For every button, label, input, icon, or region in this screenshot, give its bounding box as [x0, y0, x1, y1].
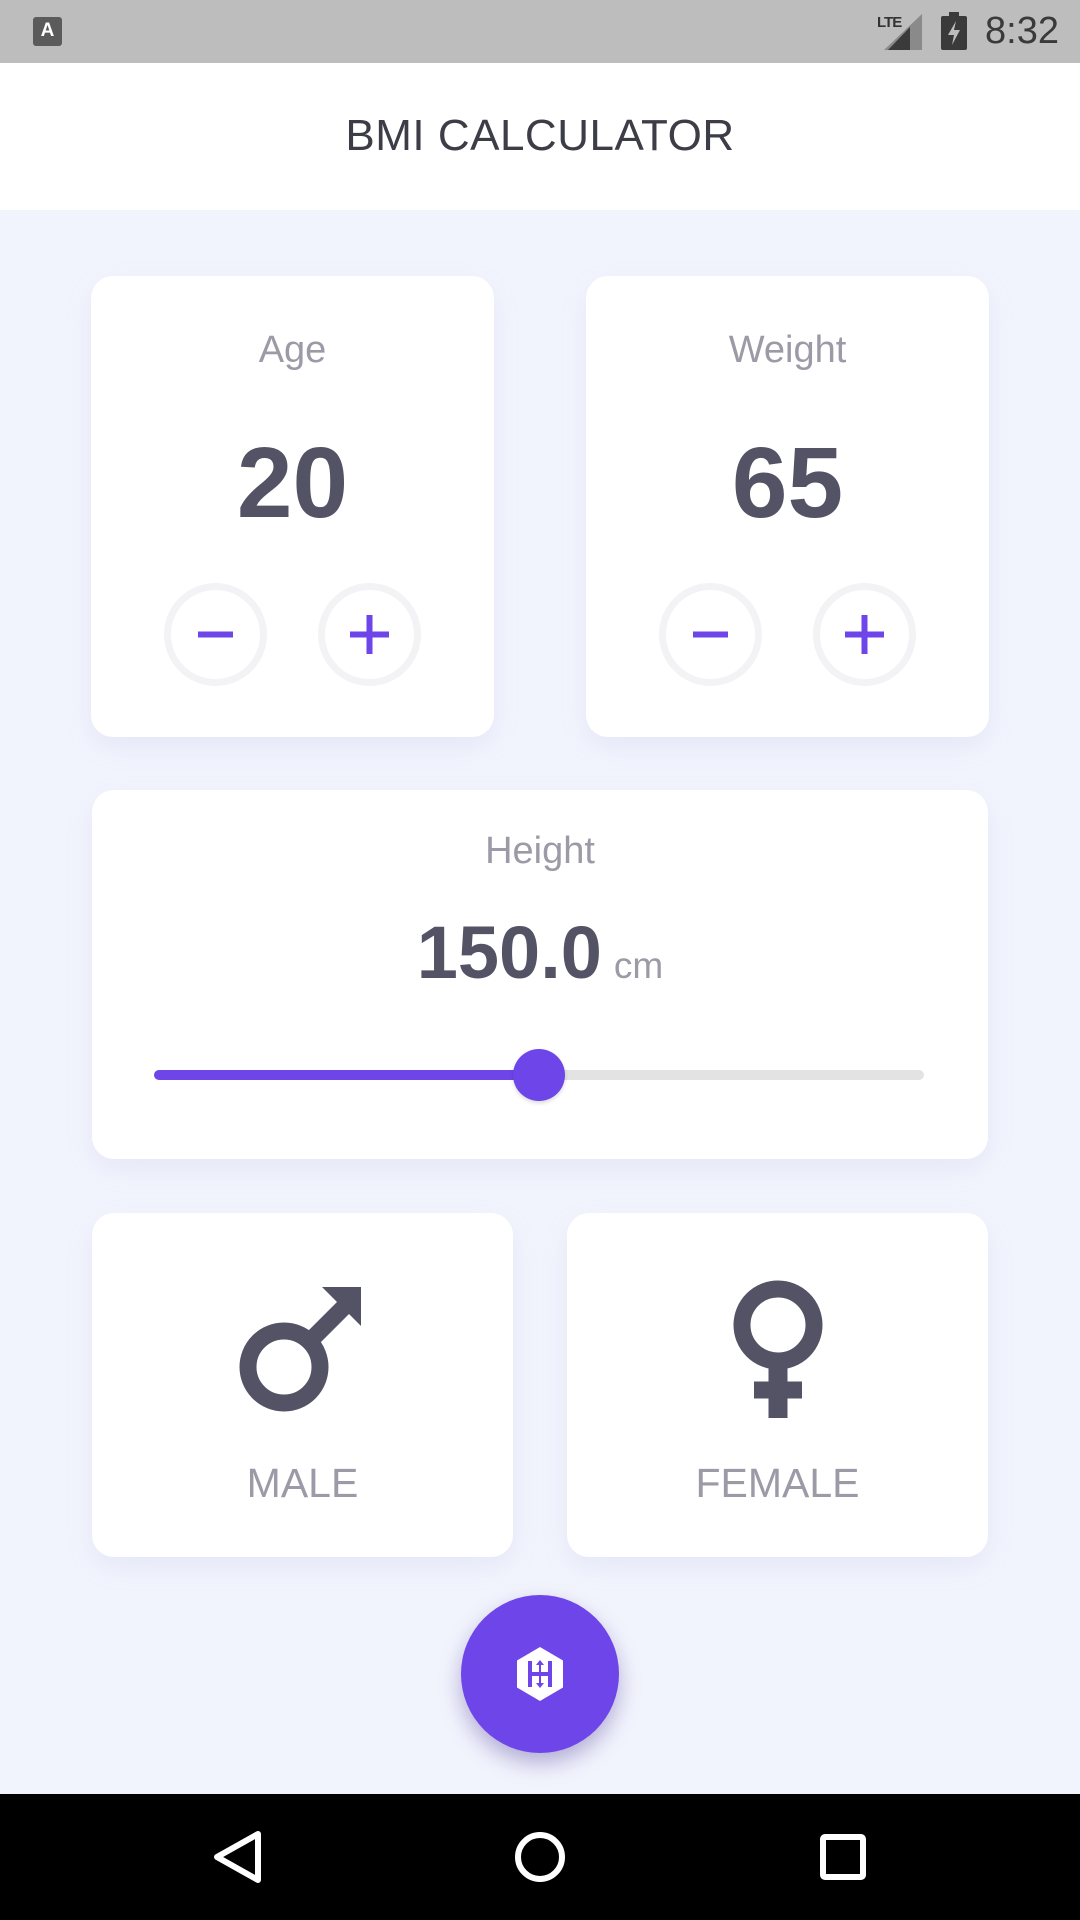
- height-unit: cm: [613, 945, 664, 986]
- female-symbol-icon: [567, 1275, 988, 1425]
- height-slider[interactable]: [154, 1049, 924, 1101]
- height-readout: 150.0 cm: [92, 910, 988, 995]
- signal-icon: [884, 14, 922, 50]
- page-title: BMI CALCULATOR: [345, 111, 735, 160]
- status-bar: A LTE 8:32: [0, 0, 1080, 63]
- male-card[interactable]: MALE: [92, 1213, 513, 1557]
- minus-icon: [198, 631, 233, 638]
- hexagon-h-icon: [517, 1647, 563, 1701]
- recents-icon[interactable]: [808, 1822, 878, 1892]
- height-value: 150.0: [416, 911, 602, 994]
- weight-decrement-button[interactable]: [659, 583, 762, 686]
- age-label: Age: [258, 329, 327, 371]
- back-icon[interactable]: [203, 1822, 273, 1892]
- weight-card: Weight 65: [586, 276, 989, 737]
- height-card: Height 150.0 cm: [92, 790, 988, 1159]
- minus-icon: [693, 631, 728, 638]
- weight-increment-button[interactable]: [813, 583, 916, 686]
- status-clock: 8:32: [985, 10, 1059, 52]
- female-label: FEMALE: [695, 1460, 860, 1506]
- age-card: Age 20: [91, 276, 494, 737]
- age-increment-button[interactable]: [318, 583, 421, 686]
- age-decrement-button[interactable]: [164, 583, 267, 686]
- keyboard-notification-icon: A: [33, 17, 62, 46]
- calculate-fab[interactable]: [461, 1595, 619, 1753]
- female-card[interactable]: FEMALE: [567, 1213, 988, 1557]
- male-symbol-icon: [92, 1275, 513, 1425]
- height-label: Height: [485, 830, 595, 872]
- weight-value: 65: [731, 427, 844, 539]
- height-slider-thumb[interactable]: [513, 1049, 565, 1101]
- height-slider-fill: [154, 1070, 539, 1080]
- battery-charging-icon: [941, 12, 967, 50]
- plus-icon: [845, 615, 884, 654]
- home-icon[interactable]: [505, 1822, 575, 1892]
- male-label: MALE: [246, 1460, 359, 1506]
- weight-label: Weight: [728, 329, 847, 371]
- app-bar: BMI CALCULATOR: [0, 63, 1080, 210]
- navigation-bar: [0, 1794, 1080, 1920]
- age-value: 20: [236, 427, 349, 539]
- plus-icon: [350, 615, 389, 654]
